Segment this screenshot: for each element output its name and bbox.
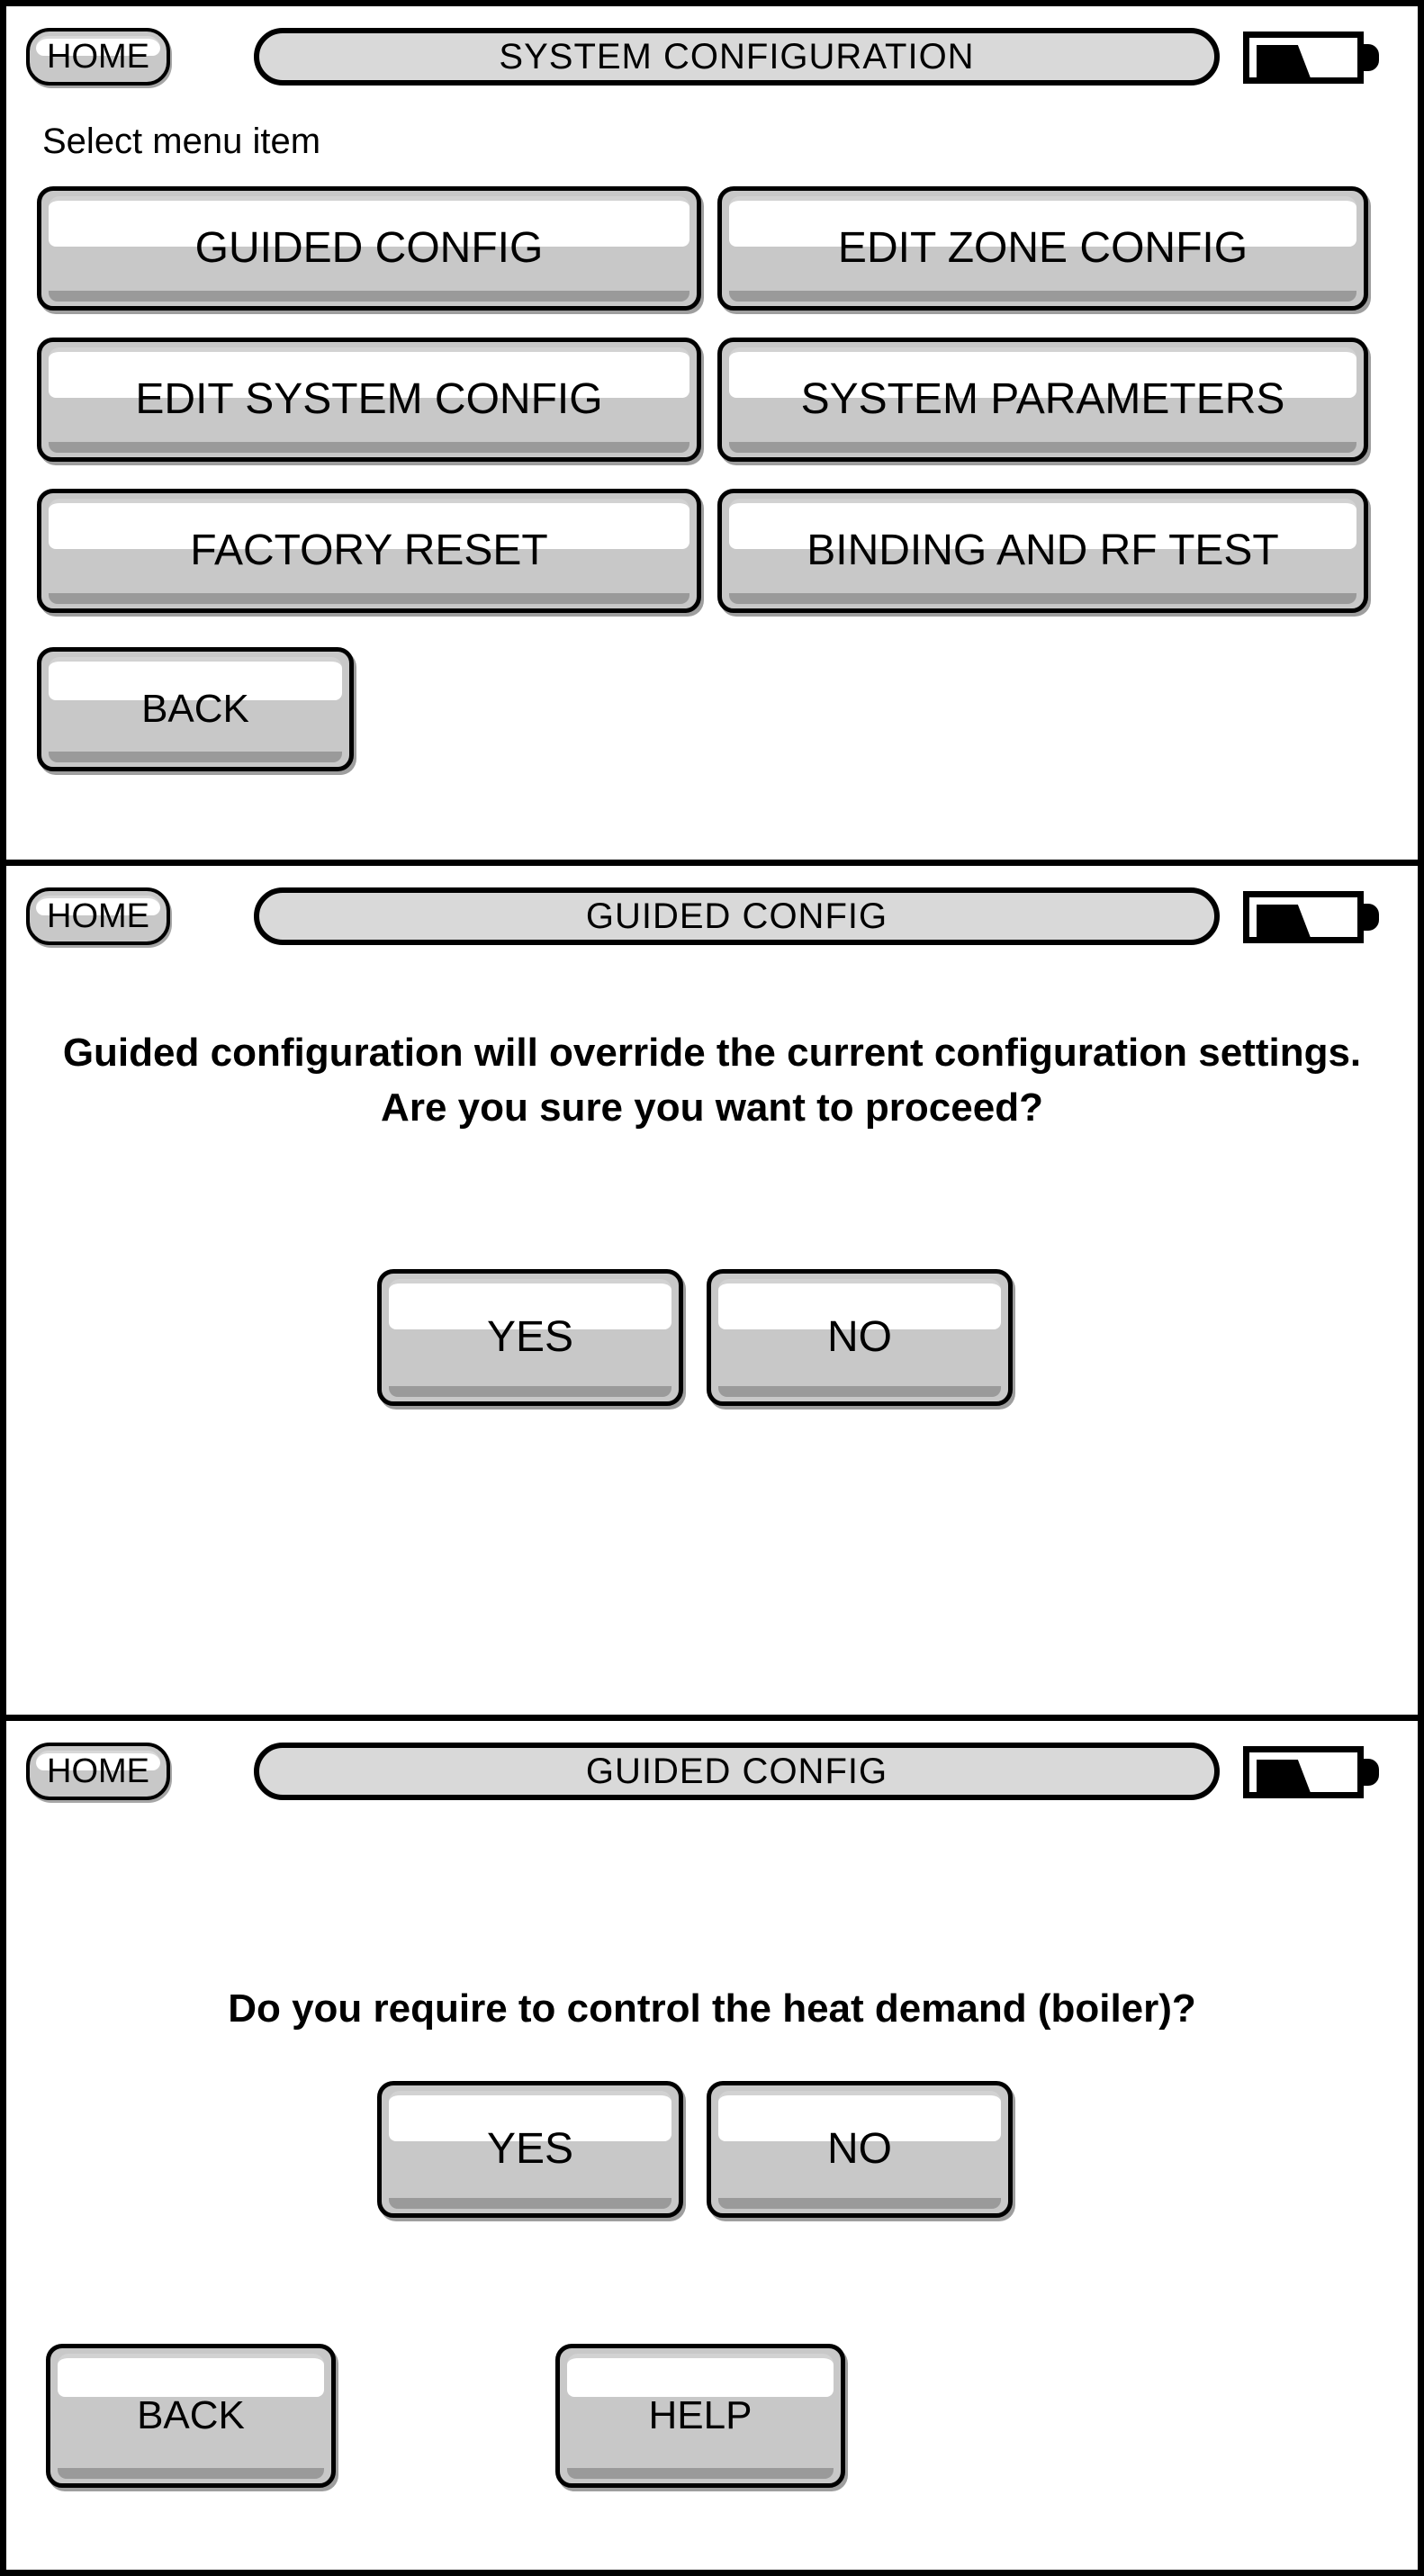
dialog-message: Do you require to control the heat deman… [228,1986,1196,2031]
screen-title-bar: GUIDED CONFIG [254,1743,1220,1800]
home-button[interactable]: HOME [26,1743,170,1800]
no-button[interactable]: NO [707,2081,1013,2218]
yes-button[interactable]: YES [377,2081,683,2218]
battery-shell [1243,891,1364,943]
no-button-label: NO [827,1313,892,1361]
no-button-label: NO [827,2125,892,2173]
back-button[interactable]: BACK [37,647,354,771]
menu-item-binding-and-rf-test[interactable]: BINDING AND RF TEST [717,489,1368,613]
menu-item-label: EDIT SYSTEM CONFIG [135,375,603,423]
status-bar: HOME GUIDED CONFIG [6,886,1418,950]
screen-title: SYSTEM CONFIGURATION [499,37,975,77]
home-button-label: HOME [47,1752,149,1790]
status-bar: HOME GUIDED CONFIG [6,1741,1418,1806]
screen-title: GUIDED CONFIG [585,896,888,936]
yes-button-label: YES [486,1313,574,1361]
screen-guided-config-confirm: HOME GUIDED CONFIG Guided configuration … [6,866,1418,1715]
menu-item-label: GUIDED CONFIG [194,224,544,272]
yes-button[interactable]: YES [377,1269,683,1406]
home-button-label: HOME [47,897,149,935]
menu-item-label: EDIT ZONE CONFIG [837,224,1248,272]
menu-item-edit-zone-config[interactable]: EDIT ZONE CONFIG [717,186,1368,311]
screen-system-configuration: HOME SYSTEM CONFIGURATION Select menu it… [6,6,1418,860]
back-button-label: BACK [141,687,249,731]
battery-level-fill [1257,45,1312,83]
battery-cap [1363,904,1379,931]
screen-title-bar: SYSTEM CONFIGURATION [254,28,1220,86]
screen-title: GUIDED CONFIG [585,1752,888,1791]
menu-item-label: SYSTEM PARAMETERS [800,375,1285,423]
battery-cap [1363,1759,1379,1786]
battery-shell [1243,32,1364,84]
menu-item-edit-system-config[interactable]: EDIT SYSTEM CONFIG [37,338,701,462]
menu-item-label: BINDING AND RF TEST [807,527,1279,574]
back-button[interactable]: BACK [46,2344,336,2488]
battery-shell [1243,1746,1364,1798]
home-button[interactable]: HOME [26,887,170,945]
home-button[interactable]: HOME [26,28,170,86]
battery-level-fill [1257,905,1312,942]
menu-hint-text: Select menu item [42,122,321,161]
panel-divider [6,860,1418,866]
screen-guided-config-heat-demand: HOME GUIDED CONFIG Do you require to con… [6,1721,1418,2570]
battery-icon [1243,32,1380,84]
menu-item-label: FACTORY RESET [190,527,548,574]
battery-level-fill [1257,1760,1312,1797]
screen-title-bar: GUIDED CONFIG [254,887,1220,945]
no-button[interactable]: NO [707,1269,1013,1406]
back-button-label: BACK [137,2393,245,2437]
help-button[interactable]: HELP [555,2344,845,2488]
panel-divider [6,1715,1418,1721]
battery-icon [1243,891,1380,943]
help-button-label: HELP [648,2393,753,2437]
dialog-message: Guided configuration will override the c… [62,1031,1362,1130]
menu-item-factory-reset[interactable]: FACTORY RESET [37,489,701,613]
menu-item-system-parameters[interactable]: SYSTEM PARAMETERS [717,338,1368,462]
battery-cap [1363,44,1379,71]
device-screen-stack: HOME SYSTEM CONFIGURATION Select menu it… [0,0,1424,2576]
status-bar: HOME SYSTEM CONFIGURATION [6,26,1418,91]
battery-icon [1243,1746,1380,1798]
yes-button-label: YES [486,2125,574,2173]
menu-item-guided-config[interactable]: GUIDED CONFIG [37,186,701,311]
home-button-label: HOME [47,38,149,76]
